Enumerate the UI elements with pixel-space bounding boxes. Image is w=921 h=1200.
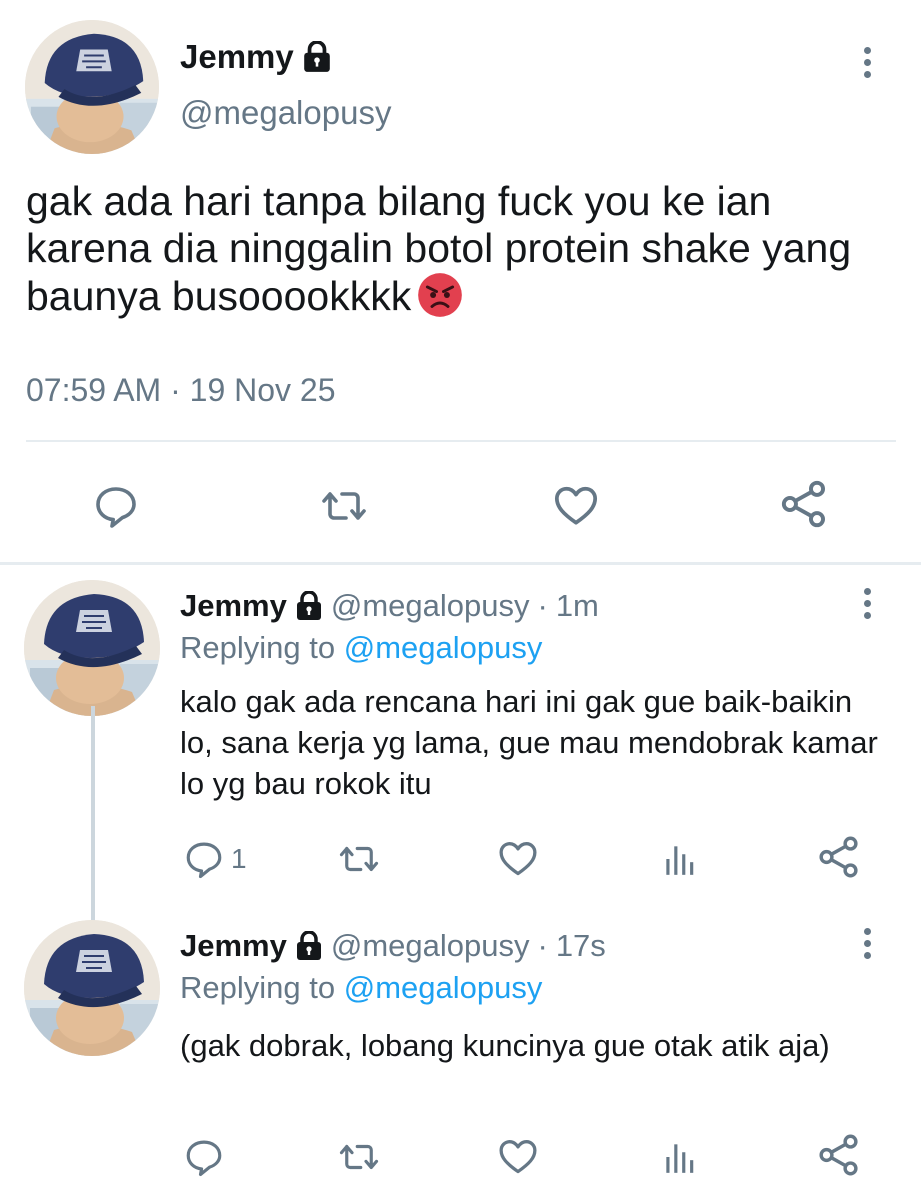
reply-count: 1: [231, 843, 247, 874]
share-button[interactable]: [816, 1132, 862, 1178]
retweet-icon: [336, 1136, 382, 1178]
reply-time[interactable]: 17s: [556, 928, 606, 964]
like-icon: [550, 480, 602, 530]
like-button[interactable]: [550, 480, 602, 530]
retweet-button[interactable]: [336, 838, 382, 880]
angry-face-icon: [418, 273, 463, 317]
author-name[interactable]: Jemmy: [180, 928, 287, 964]
author-name-text: Jemmy: [180, 38, 294, 75]
more-options-icon[interactable]: [862, 588, 872, 619]
reply-icon: [183, 838, 225, 880]
reply-icon: [92, 482, 140, 530]
author-name[interactable]: Jemmy: [180, 38, 332, 76]
section-divider: [0, 562, 921, 565]
avatar-image: [25, 20, 159, 154]
share-icon: [778, 478, 830, 530]
share-icon: [816, 1132, 862, 1178]
share-button[interactable]: [778, 478, 830, 530]
replying-to: Replying to @megalopusy: [180, 630, 542, 666]
thread-connector: [91, 706, 95, 928]
reply-icon: [183, 1136, 225, 1178]
reply-text: (gak dobrak, lobang kuncinya gue otak at…: [180, 1028, 830, 1063]
like-button[interactable]: [496, 836, 540, 880]
like-icon: [496, 1134, 540, 1178]
like-button[interactable]: [496, 1134, 540, 1178]
analytics-icon: [660, 838, 698, 880]
author-handle[interactable]: @megalopusy: [331, 928, 530, 964]
reply-time[interactable]: 1m: [556, 588, 599, 624]
avatar-image: [24, 920, 160, 1056]
tweet-text: gak ada hari tanpa bilang fuck you ke ia…: [26, 178, 896, 320]
reply-button[interactable]: 1: [183, 838, 247, 880]
analytics-button[interactable]: [660, 838, 698, 880]
tweet-timestamp[interactable]: 07:59 AM · 19 Nov 25: [26, 372, 336, 409]
reply-header: Jemmy @megalopusy · 17s: [180, 928, 606, 964]
share-button[interactable]: [816, 834, 862, 880]
reply-button[interactable]: [92, 482, 140, 530]
more-options-icon[interactable]: [862, 928, 872, 959]
avatar[interactable]: [25, 20, 159, 154]
replying-to: Replying to @megalopusy: [180, 970, 542, 1006]
like-icon: [496, 836, 540, 880]
separator-dot: ·: [537, 928, 548, 963]
replying-to-mention[interactable]: @megalopusy: [344, 630, 543, 665]
lock-icon: [295, 931, 323, 961]
separator-dot: ·: [537, 588, 548, 623]
lock-icon: [295, 591, 323, 621]
replying-to-label: Replying to: [180, 630, 336, 665]
reply-button[interactable]: [183, 1136, 225, 1178]
lock-icon: [302, 41, 332, 73]
replying-to-mention[interactable]: @megalopusy: [344, 970, 543, 1005]
replying-to-label: Replying to: [180, 970, 336, 1005]
author-handle[interactable]: @megalopusy: [331, 588, 530, 624]
analytics-button[interactable]: [660, 1136, 698, 1178]
reply-text: kalo gak ada rencana hari ini gak gue ba…: [180, 684, 878, 801]
avatar[interactable]: [24, 920, 160, 1056]
retweet-icon: [336, 838, 382, 880]
retweet-icon: [318, 482, 370, 530]
more-options-icon[interactable]: [862, 47, 872, 78]
divider: [26, 440, 896, 442]
author-name[interactable]: Jemmy: [180, 588, 287, 624]
avatar[interactable]: [24, 580, 160, 716]
author-handle[interactable]: @megalopusy: [180, 94, 391, 132]
share-icon: [816, 834, 862, 880]
retweet-button[interactable]: [318, 482, 370, 530]
avatar-image: [24, 580, 160, 716]
reply-header: Jemmy @megalopusy · 1m: [180, 588, 599, 624]
retweet-button[interactable]: [336, 1136, 382, 1178]
analytics-icon: [660, 1136, 698, 1178]
